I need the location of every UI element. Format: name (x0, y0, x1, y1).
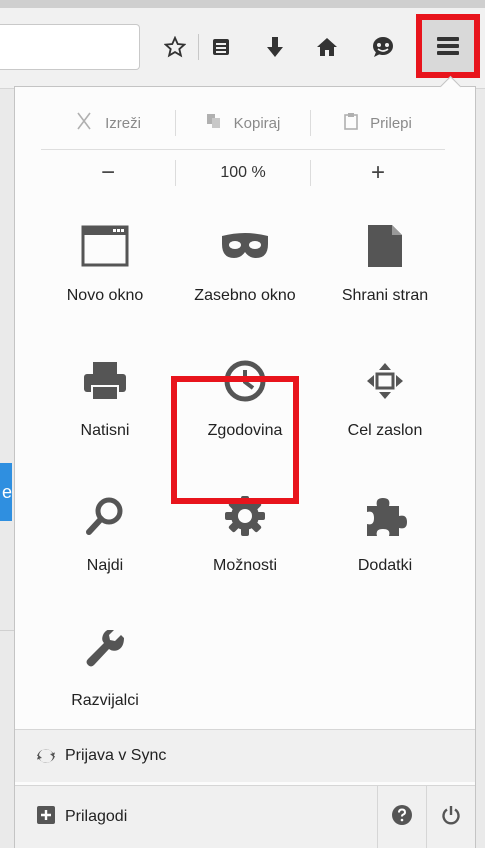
window-icon (78, 219, 132, 273)
sync-icon (37, 747, 55, 765)
toolbar-separator (198, 34, 199, 60)
find-button[interactable]: Najdi (35, 485, 175, 620)
page-divider (0, 630, 14, 631)
customize-row: Prilagodi (15, 785, 475, 848)
save-page-button[interactable]: Shrani stran (315, 215, 455, 350)
reading-list-icon[interactable] (204, 30, 238, 64)
customize-label: Prilagodi (65, 808, 128, 825)
main-menu-panel: Izreži Kopiraj Prilepi − 100 % + Novo ok… (14, 86, 476, 848)
help-icon (392, 804, 412, 830)
options-button[interactable]: Možnosti (175, 485, 315, 620)
mask-icon (218, 219, 272, 273)
gear-icon (218, 489, 272, 543)
page-side-button: e (0, 463, 12, 521)
save-page-label: Shrani stran (341, 287, 429, 304)
paste-label: Prilepi (370, 114, 412, 132)
download-icon[interactable] (258, 30, 292, 64)
zoom-in-label: + (370, 159, 385, 186)
star-icon[interactable] (158, 30, 192, 64)
search-bar[interactable] (0, 24, 140, 70)
sync-row[interactable]: Prijava v Sync (15, 729, 475, 782)
fullscreen-label: Cel zaslon (347, 422, 423, 439)
side-button-label: e (1, 482, 12, 502)
wrench-icon (78, 624, 132, 678)
fullscreen-icon (358, 354, 412, 408)
page-icon (358, 219, 412, 273)
scissors-icon (75, 112, 93, 135)
copy-icon (206, 113, 222, 134)
zoom-out-label: − (100, 159, 115, 186)
addons-button[interactable]: Dodatki (315, 485, 455, 620)
print-button[interactable]: Natisni (35, 350, 175, 485)
edit-controls: Izreži Kopiraj Prilepi (41, 103, 445, 143)
addons-label: Dodatki (357, 557, 413, 574)
find-label: Najdi (86, 557, 124, 574)
zoom-reset-button[interactable]: 100 % (176, 150, 310, 196)
zoom-in-button[interactable]: + (311, 150, 445, 196)
quit-button[interactable] (426, 786, 475, 848)
print-label: Natisni (80, 422, 130, 439)
copy-label: Kopiraj (233, 114, 281, 132)
plus-box-icon (37, 805, 55, 829)
printer-icon (78, 354, 132, 408)
power-icon (441, 805, 461, 830)
new-window-label: Novo okno (66, 287, 144, 304)
clipboard-icon (344, 112, 358, 135)
zoom-controls: − 100 % + (41, 149, 445, 196)
zoom-level: 100 % (220, 164, 266, 181)
tab-strip (0, 0, 485, 8)
options-label: Možnosti (212, 557, 278, 574)
copy-button[interactable]: Kopiraj (176, 103, 310, 143)
puzzle-icon (358, 489, 412, 543)
paste-button[interactable]: Prilepi (311, 103, 445, 143)
clock-icon (218, 354, 272, 408)
developer-label: Razvijalci (71, 692, 139, 709)
browser-toolbar (0, 0, 485, 89)
fullscreen-button[interactable]: Cel zaslon (315, 350, 455, 485)
customize-button[interactable]: Prilagodi (37, 786, 127, 848)
cut-label: Izreži (105, 114, 141, 132)
help-button[interactable] (377, 786, 426, 848)
open-menu-button[interactable] (416, 14, 480, 78)
sync-label: Prijava v Sync (65, 747, 167, 764)
zoom-out-button[interactable]: − (41, 150, 175, 196)
history-button[interactable]: Zgodovina (175, 350, 315, 485)
home-icon[interactable] (310, 30, 344, 64)
new-window-button[interactable]: Novo okno (35, 215, 175, 350)
chat-icon[interactable] (366, 30, 400, 64)
hamburger-icon (437, 37, 459, 55)
private-window-label: Zasebno okno (194, 287, 296, 304)
magnifier-icon (78, 489, 132, 543)
history-label: Zgodovina (207, 422, 283, 439)
cut-button[interactable]: Izreži (41, 103, 175, 143)
private-window-button[interactable]: Zasebno okno (175, 215, 315, 350)
footer-actions (377, 786, 475, 848)
menu-grid: Novo okno Zasebno okno Shrani stran Nati… (35, 215, 455, 755)
